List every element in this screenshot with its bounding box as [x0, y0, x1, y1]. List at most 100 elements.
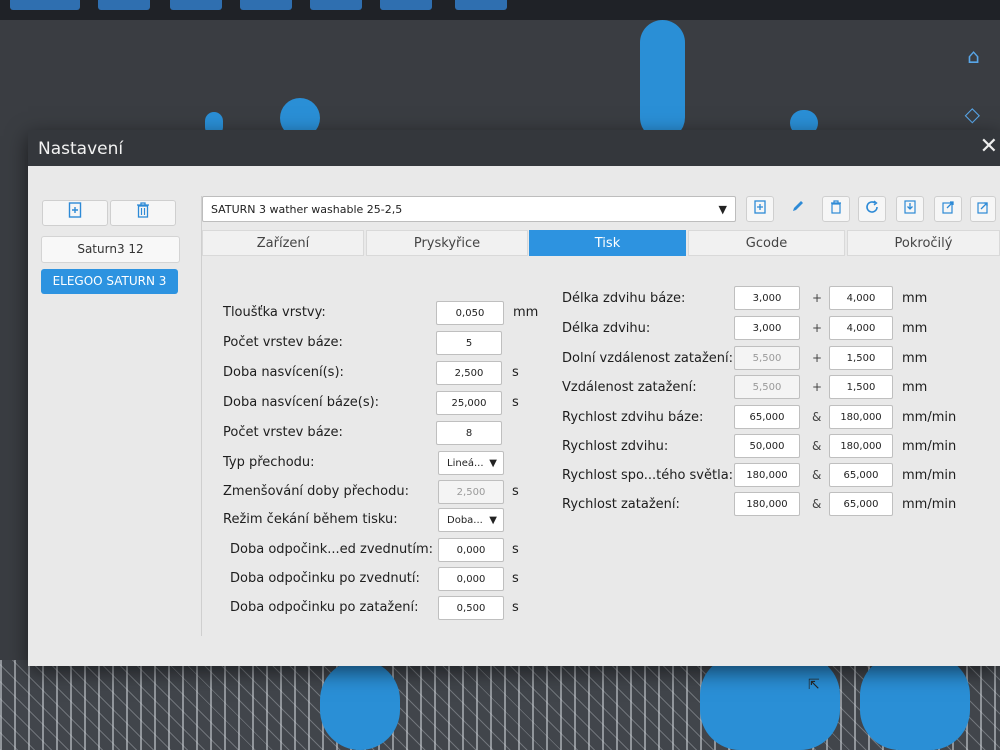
refresh-icon — [866, 200, 878, 213]
setting-input[interactable]: 50,000 — [734, 434, 800, 458]
refresh-profile-button[interactable] — [858, 196, 886, 222]
export-icon — [942, 201, 954, 214]
setting-unit: mm/min — [902, 410, 957, 425]
setting-unit: s — [512, 600, 519, 615]
toolbar-button[interactable] — [310, 0, 362, 10]
setting-input[interactable]: 4,000 — [829, 286, 893, 310]
setting-input[interactable]: 3,000 — [734, 286, 800, 310]
setting-input[interactable]: 180,000 — [734, 463, 800, 487]
pencil-icon — [793, 201, 803, 211]
setting-input[interactable]: 65,000 — [734, 405, 800, 429]
tab-zarizeni[interactable]: Zařízení — [202, 230, 364, 256]
setting-value: 8 — [465, 428, 473, 439]
export-profile-button[interactable] — [934, 196, 962, 222]
add-icon — [754, 200, 766, 214]
operator-symbol: + — [812, 351, 823, 365]
setting-label: Délka zdvihu báze: — [562, 291, 686, 306]
setting-input[interactable]: 3,000 — [734, 316, 800, 340]
panel-divider — [201, 196, 202, 636]
operator-symbol: + — [812, 291, 823, 305]
setting-unit: s — [512, 484, 519, 499]
printer-item[interactable]: Saturn3 12 — [41, 236, 180, 263]
trash-icon — [831, 200, 841, 214]
share-profile-button[interactable] — [970, 196, 996, 222]
setting-input[interactable]: 8 — [436, 421, 502, 445]
edit-profile-button[interactable] — [784, 196, 812, 222]
add-printer-button[interactable] — [42, 200, 108, 226]
setting-input[interactable]: 1,500 — [829, 375, 893, 399]
setting-label: Doba odpočink...ed zvednutím: — [230, 542, 434, 557]
setting-input[interactable]: 180,000 — [734, 492, 800, 516]
setting-input[interactable]: 2,500 — [436, 361, 502, 385]
chevron-down-icon: ▼ — [489, 458, 497, 469]
setting-label: Počet vrstev báze: — [223, 335, 343, 350]
setting-value: 25,000 — [451, 398, 487, 409]
trash-icon — [137, 202, 149, 218]
setting-input[interactable]: 0,000 — [438, 567, 504, 591]
setting-input[interactable]: 1,500 — [829, 346, 893, 370]
new-profile-button[interactable] — [746, 196, 774, 222]
add-icon — [68, 202, 82, 218]
setting-input[interactable]: 5 — [436, 331, 502, 355]
setting-unit: s — [512, 365, 519, 380]
share-icon — [977, 202, 988, 214]
delete-profile-button[interactable] — [822, 196, 850, 222]
setting-label: Režim čekání během tisku: — [223, 512, 398, 527]
setting-input[interactable]: 0,050 — [436, 301, 504, 325]
setting-unit: mm — [902, 291, 928, 306]
setting-input[interactable]: 0,000 — [438, 538, 504, 562]
tab-pokrocily[interactable]: Pokročilý — [847, 230, 1000, 256]
setting-input[interactable]: 25,000 — [436, 391, 502, 415]
home-icon[interactable]: ⌂ — [967, 44, 980, 68]
setting-label: Typ přechodu: — [223, 455, 315, 470]
operator-symbol: & — [812, 497, 822, 511]
diamond-icon[interactable]: ◇ — [965, 102, 980, 126]
printer-item-selected[interactable]: ELEGOO SATURN 3 — [41, 269, 178, 294]
delete-printer-button[interactable] — [110, 200, 176, 226]
toolbar-button[interactable] — [380, 0, 432, 10]
operator-symbol: & — [812, 439, 822, 453]
setting-unit: mm/min — [902, 468, 957, 483]
chevron-down-icon: ▼ — [718, 203, 727, 216]
tab-gcode[interactable]: Gcode — [688, 230, 845, 256]
tab-pryskyrice[interactable]: Pryskyřice — [366, 230, 528, 256]
setting-input[interactable]: 0,500 — [438, 596, 504, 620]
setting-label: Dolní vzdálenost zatažení: — [562, 351, 734, 366]
toolbar-button[interactable] — [455, 0, 507, 10]
toolbar-button[interactable] — [170, 0, 222, 10]
setting-value: 2,500 — [456, 487, 486, 498]
setting-input[interactable]: 65,000 — [829, 463, 893, 487]
setting-input[interactable]: 4,000 — [829, 316, 893, 340]
toolbar-button[interactable] — [240, 0, 292, 10]
toolbar-button[interactable] — [98, 0, 150, 10]
setting-label: Doba odpočinku po zvednutí: — [230, 571, 420, 586]
dialog-title: Nastavení — [38, 139, 124, 159]
setting-unit: mm/min — [902, 439, 957, 454]
setting-input[interactable]: 65,000 — [829, 492, 893, 516]
setting-label: Doba nasvícení báze(s): — [223, 395, 380, 410]
setting-unit: mm — [902, 321, 928, 336]
setting-input[interactable]: 180,000 — [829, 434, 893, 458]
close-icon[interactable]: ✕ — [980, 134, 998, 159]
model-blob — [700, 655, 840, 750]
setting-label: Rychlost spo...tého světla: — [562, 468, 734, 483]
setting-label: Počet vrstev báze: — [223, 425, 343, 440]
chevron-down-icon: ▼ — [489, 515, 497, 526]
setting-label: Vzdálenost zatažení: — [562, 380, 697, 395]
setting-dropdown[interactable]: Doba... ▼ — [438, 508, 504, 532]
setting-label: Tloušťka vrstvy: — [223, 305, 326, 320]
setting-input: 5,500 — [734, 346, 800, 370]
toolbar-button[interactable] — [10, 0, 80, 10]
profile-select[interactable]: SATURN 3 wather washable 25-2,5 ▼ — [202, 196, 736, 222]
dialog-content: Saturn3 12 ELEGOO SATURN 3 SATURN 3 wath… — [28, 166, 1000, 666]
operator-symbol: + — [812, 380, 823, 394]
setting-value: 5 — [465, 338, 473, 349]
setting-value: Lineá... — [447, 458, 484, 469]
import-profile-button[interactable] — [896, 196, 924, 222]
setting-input[interactable]: 180,000 — [829, 405, 893, 429]
settings-dialog: Nastavení ✕ Saturn3 12 ELEGOO SATURN 3 S… — [28, 130, 1000, 693]
setting-input: 5,500 — [734, 375, 800, 399]
setting-dropdown[interactable]: Lineá... ▼ — [438, 451, 504, 475]
setting-value: 0,000 — [456, 574, 486, 585]
tab-tisk[interactable]: Tisk — [529, 230, 686, 256]
